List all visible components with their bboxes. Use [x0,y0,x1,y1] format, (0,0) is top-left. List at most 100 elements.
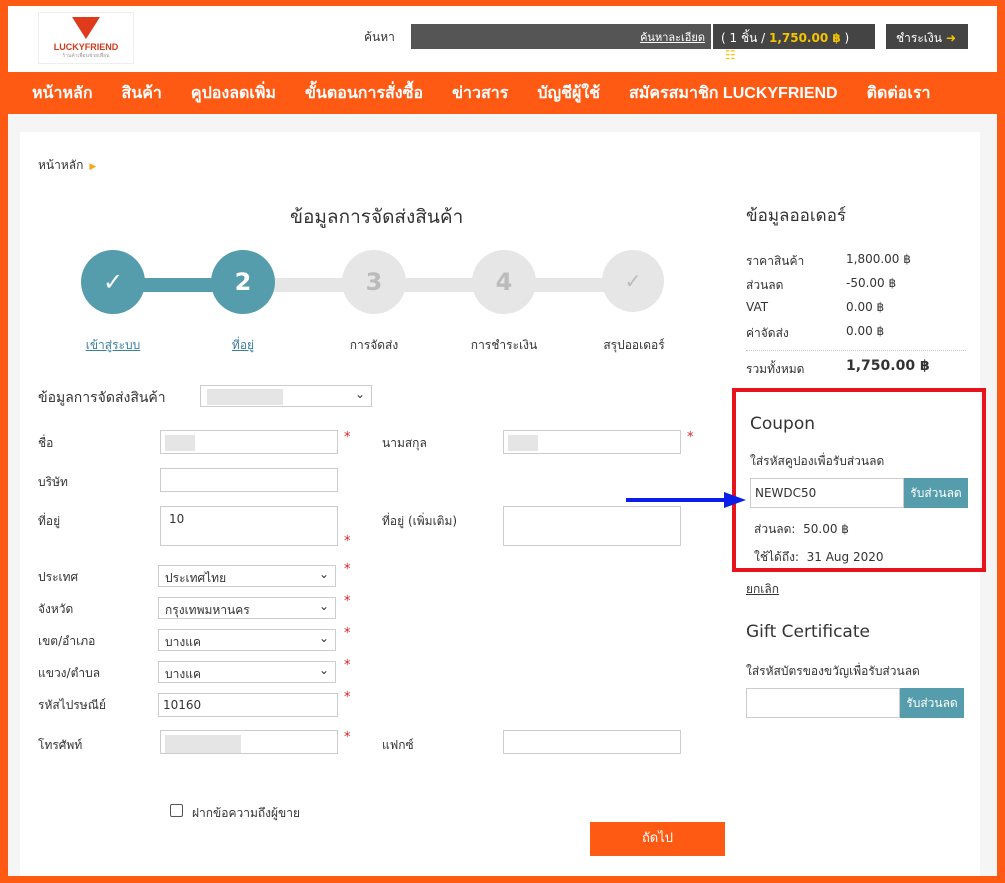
phone-input[interactable] [160,730,338,754]
order-summary-title: ข้อมูลออเดอร์ [746,206,847,226]
chevron-down-icon: ⌄ [318,631,329,645]
coupon-cancel-link[interactable]: ยกเลิก [746,580,779,599]
subdistrict-label: แขวง/ตำบล [38,666,101,680]
next-button[interactable]: ถัดไป [590,822,725,856]
nav-home[interactable]: หน้าหลัก [32,81,93,106]
coupon-code-input[interactable]: NEWDC50 [750,478,904,508]
coupon-highlight-box: Coupon ใส่รหัสคูปองเพื่อรับส่วนลด NEWDC5… [732,388,986,572]
shipping-title: ข้อมูลการจัดส่งสินค้า [290,206,464,228]
checkout-label: ชำระเงิน [896,31,942,45]
site-logo[interactable]: LUCKYFRIEND ร้านค้าเพื่อนช่วยเพื่อน [38,12,134,64]
required-mark: * [344,730,351,745]
province-value: กรุงเทพมหานคร [165,603,250,617]
subdistrict-select[interactable]: บางแค ⌄ [158,661,336,683]
step-5-label: สรุปออเดอร์ [603,338,665,352]
coupon-description: ใส่รหัสคูปองเพื่อรับส่วนลด [750,454,885,468]
summary-value: 1,800.00 ฿ [846,252,911,266]
coupon-discount: ส่วนลด: 50.00 ฿ [754,520,849,539]
postcode-input[interactable]: 10160 [158,693,338,717]
first-name-input[interactable] [160,430,338,454]
gift-apply-button[interactable]: รับส่วนลด [900,688,964,718]
checkout-steps: ✓ 2 3 4 ✓ เข้าสู่ระบบ ที่อยู่ การจัดส่ง … [50,250,690,352]
top-header: LUCKYFRIEND ร้านค้าเพื่อนช่วยเพื่อน ค้นห… [8,6,997,72]
address-textarea[interactable]: 10 [160,506,338,546]
breadcrumb-home[interactable]: หน้าหลัก [38,158,83,172]
gift-title: Gift Certificate [746,622,870,642]
step-3-circle: 3 [342,250,406,314]
summary-row: VAT 0.00 ฿ [746,300,966,314]
phone-label: โทรศัพท์ [38,738,83,752]
country-select[interactable]: ประเทศไทย ⌄ [158,565,336,587]
required-mark: * [344,690,351,705]
search-input[interactable]: ค้นหาละเอียด [411,24,711,49]
last-name-input[interactable] [503,430,681,454]
message-checkbox-label[interactable]: ฝากข้อความถึงผู้ขาย [192,804,300,823]
company-input[interactable] [160,468,338,492]
coupon-discount-label: ส่วนลด: [754,522,796,536]
coupon-expiry: ใช้ได้ถึง: 31 Aug 2020 [754,548,884,567]
message-checkbox[interactable] [170,804,183,817]
required-mark: * [687,430,694,445]
advanced-search-link[interactable]: ค้นหาละเอียด [640,28,705,46]
total-value: 1,750.00 ฿ [846,358,930,374]
saved-address-select[interactable]: ⌄ [200,385,372,407]
step-1-check-icon[interactable]: ✓ [81,250,145,314]
coupon-discount-value: 50.00 ฿ [803,522,849,536]
step-2-label[interactable]: ที่อยู่ [183,336,303,355]
search-label: ค้นหา [364,30,395,44]
address-label: ที่อยู่ [38,514,61,528]
district-select[interactable]: บางแค ⌄ [158,629,336,651]
address-select-label: ข้อมูลการจัดส่งสินค้า [38,390,166,406]
nav-coupons[interactable]: คูปองลดเพิ่ม [191,81,276,106]
step-4-circle: 4 [472,250,536,314]
nav-order-steps[interactable]: ขั้นตอนการสั่งซื้อ [305,81,423,106]
summary-value: -50.00 ฿ [846,276,897,290]
basket-icon: ☷ [725,48,736,62]
required-mark: * [344,430,351,445]
summary-label: VAT [746,300,769,314]
summary-label: ราคาสินค้า [746,254,805,268]
province-select[interactable]: กรุงเทพมหานคร ⌄ [158,597,336,619]
gift-code-input[interactable] [746,688,900,718]
main-nav: หน้าหลัก สินค้า คูปองลดเพิ่ม ขั้นตอนการส… [8,72,997,114]
fax-input[interactable] [503,730,681,754]
annotation-arrow-icon [626,492,746,508]
step-1-label[interactable]: เข้าสู่ระบบ [53,336,173,355]
nav-contact[interactable]: ติดต่อเรา [867,81,931,106]
gift-description: ใส่รหัสบัตรของขวัญเพื่อรับส่วนลด [746,664,920,678]
cart-button[interactable]: ( 1 ชิ้น / 1,750.00 ฿ ) ☷ [713,24,875,62]
main-area: หน้าหลัก ▶ ข้อมูลการจัดส่งสินค้า ✓ 2 3 4 … [8,114,997,876]
summary-row: ค่าจัดส่ง 0.00 ฿ [746,324,966,343]
step-2-circle[interactable]: 2 [211,250,275,314]
step-3-label: การจัดส่ง [349,338,399,352]
nav-account[interactable]: บัญชีผู้ใช้ [537,81,600,106]
logo-tagline: ร้านค้าเพื่อนช่วยเพื่อน [62,53,110,59]
progress-line-todo [240,278,640,292]
nav-news[interactable]: ข่าวสาร [452,81,508,106]
nav-register[interactable]: สมัครสมาชิก LUCKYFRIEND [629,81,838,106]
postcode-label: รหัสไปรษณีย์ [38,698,106,712]
coupon-apply-button[interactable]: รับส่วนลด [904,478,968,508]
checkout-button[interactable]: ชำระเงิน ➜ [886,24,968,49]
logo-brand: LUCKYFRIEND [53,42,119,52]
coupon-title: Coupon [750,414,816,434]
breadcrumb-arrow-icon: ▶ [89,162,97,172]
required-mark: * [344,594,351,609]
coupon-expiry-label: ใช้ได้ถึง: [754,550,799,564]
cart-amount: 1,750.00 ฿ [768,31,841,45]
total-label: รวมทั้งหมด [746,362,805,376]
summary-row: ส่วนลด -50.00 ฿ [746,276,966,295]
cart-suffix: ) [840,31,850,45]
required-mark: * [344,658,351,673]
summary-divider [746,350,966,351]
step-4-label: การชำระเงิน [470,338,538,352]
nav-products[interactable]: สินค้า [122,81,162,106]
address2-textarea[interactable] [503,506,681,546]
fax-label: แฟกซ์ [382,738,414,752]
redacted-value [508,435,538,451]
redacted-value [207,389,283,405]
summary-row: ราคาสินค้า 1,800.00 ฿ [746,252,966,271]
required-mark: * [344,626,351,641]
country-value: ประเทศไทย [165,571,227,585]
summary-total: รวมทั้งหมด 1,750.00 ฿ [746,358,966,379]
